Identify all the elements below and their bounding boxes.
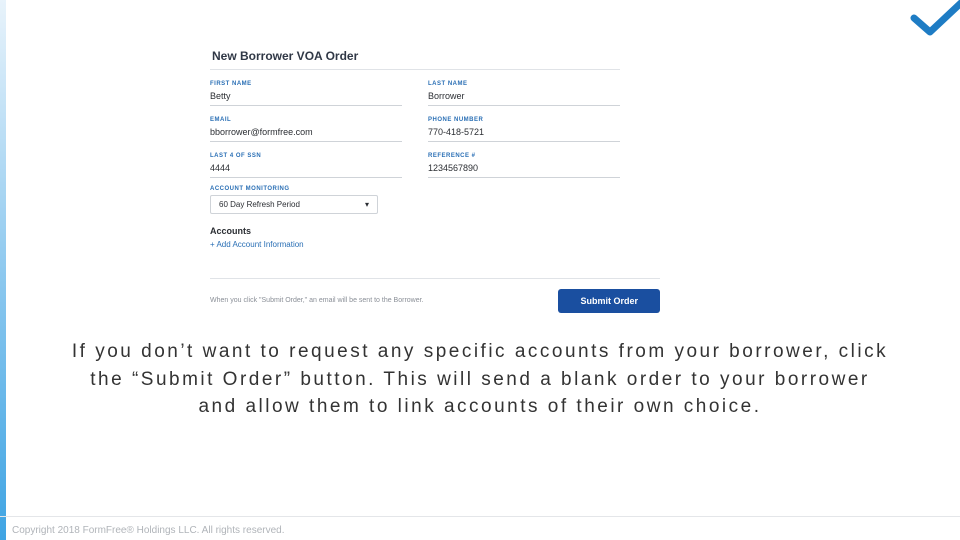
last-name-label: LAST NAME [428,81,620,87]
form-title: New Borrower VOA Order [210,45,620,70]
email-value[interactable]: bborrower@formfree.com [210,126,402,142]
accounts-heading: Accounts [210,226,620,236]
monitoring-value: 60 Day Refresh Period [219,200,300,209]
monitoring-label: ACCOUNT MONITORING [210,186,620,192]
email-field[interactable]: EMAIL bborrower@formfree.com [210,112,402,142]
reference-field[interactable]: REFERENCE # 1234567890 [428,148,620,178]
voa-order-form: New Borrower VOA Order FIRST NAME Betty … [210,45,620,249]
first-name-label: FIRST NAME [210,81,402,87]
phone-value[interactable]: 770-418-5721 [428,126,620,142]
left-accent-bar [0,0,6,540]
first-name-value[interactable]: Betty [210,90,402,106]
last-name-field[interactable]: LAST NAME Borrower [428,76,620,106]
last-name-value[interactable]: Borrower [428,90,620,106]
logo-checkmark-icon [910,0,960,38]
slide-instruction-text: If you don’t want to request any specifi… [70,338,890,421]
submit-order-button[interactable]: Submit Order [558,289,660,313]
phone-label: PHONE NUMBER [428,117,620,123]
email-label: EMAIL [210,117,402,123]
phone-field[interactable]: PHONE NUMBER 770-418-5721 [428,112,620,142]
ssn-field[interactable]: LAST 4 OF SSN 4444 [210,148,402,178]
ssn-label: LAST 4 OF SSN [210,153,402,159]
add-account-link[interactable]: + Add Account Information [210,240,620,249]
copyright-text: Copyright 2018 FormFree® Holdings LLC. A… [12,525,285,536]
reference-label: REFERENCE # [428,153,620,159]
reference-value[interactable]: 1234567890 [428,162,620,178]
submit-row: When you click "Submit Order," an email … [210,278,660,313]
submit-note: When you click "Submit Order," an email … [210,296,544,305]
caret-down-icon: ▾ [365,200,369,209]
monitoring-select[interactable]: 60 Day Refresh Period ▾ [210,195,378,214]
ssn-value[interactable]: 4444 [210,162,402,178]
first-name-field[interactable]: FIRST NAME Betty [210,76,402,106]
footer-divider [0,516,960,517]
